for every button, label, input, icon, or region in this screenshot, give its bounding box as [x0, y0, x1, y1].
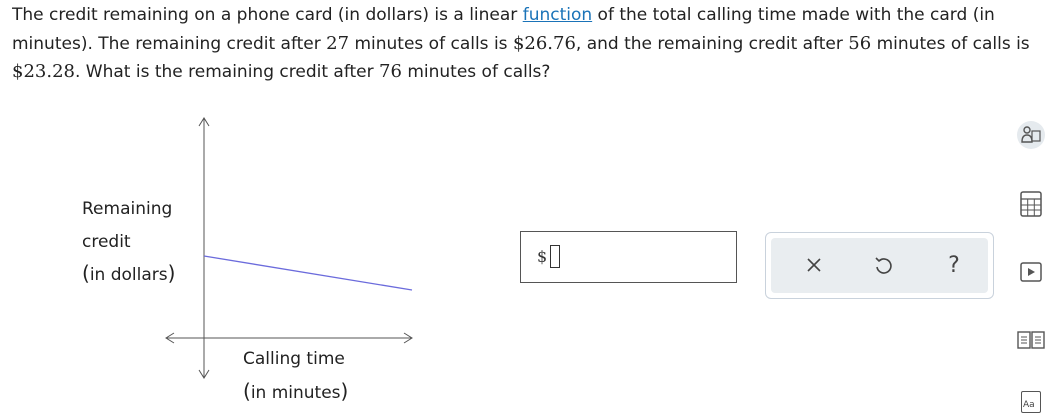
credit-value-1: $26.76 — [512, 32, 576, 54]
y-label-line-1: Remaining — [82, 199, 173, 219]
x-label-unit-text: in minutes — [250, 383, 341, 403]
video-play-icon — [1020, 262, 1042, 282]
graph-axes — [165, 117, 413, 379]
paren-close: ) — [340, 379, 349, 403]
video-button[interactable] — [1015, 256, 1047, 288]
minutes-value-2: 56 — [848, 32, 872, 54]
paren-open: ( — [243, 379, 251, 403]
clear-button[interactable] — [799, 250, 829, 280]
question-segment: . What is the remaining credit after — [74, 62, 380, 82]
minutes-value-3: 76 — [379, 61, 402, 82]
question-line-3: $23.28. What is the remaining credit aft… — [12, 58, 1060, 87]
textbook-button[interactable] — [1015, 324, 1047, 356]
question-line-1: The credit remaining on a phone card (in… — [12, 2, 1060, 30]
dollar-prefix: $ — [537, 247, 548, 266]
minutes-value-1: 27 — [326, 32, 350, 54]
help-button[interactable]: ? — [939, 250, 969, 280]
question-segment: minutes of calls is — [871, 33, 1030, 54]
undo-icon — [875, 257, 892, 274]
question-segment: , and the remaining credit after — [575, 33, 849, 54]
question-segment: of the total calling time made with the … — [592, 5, 995, 25]
x-label-line-1: Calling time — [243, 349, 345, 369]
glossary-icon: Aa — [1021, 391, 1041, 413]
question-segment: The credit remaining on a phone card (in… — [12, 5, 523, 25]
sketch-graph: Remaining credit (in dollars) Calling ti… — [0, 110, 460, 412]
undo-button[interactable] — [868, 250, 898, 280]
explain-button[interactable] — [1015, 119, 1047, 151]
x-icon — [807, 258, 821, 272]
answer-toolbar-panel: ? — [765, 232, 994, 299]
glossary-label: Aa — [1023, 400, 1035, 410]
calculator-icon — [1020, 191, 1042, 217]
paren-close: ) — [167, 261, 176, 285]
question-segment: minutes of calls is — [349, 33, 513, 54]
question-line-2: minutes). The remaining credit after 27 … — [12, 30, 1060, 59]
paren-open: ( — [82, 261, 90, 285]
function-link[interactable]: function — [523, 5, 592, 25]
question-segment: minutes). The remaining credit after — [12, 33, 327, 54]
textbook-icon — [1017, 331, 1045, 349]
question-segment: minutes of calls? — [401, 62, 551, 82]
answer-toolbar: ? — [771, 238, 988, 293]
answer-input-box[interactable]: $ — [520, 231, 737, 283]
y-label-unit-text: in dollars — [89, 265, 168, 285]
person-explain-icon — [1017, 121, 1045, 149]
answer-input[interactable] — [550, 245, 560, 268]
question-text: The credit remaining on a phone card (in… — [12, 2, 1060, 87]
x-label-unit: (in minutes) — [243, 379, 348, 403]
y-label-unit: (in dollars) — [82, 261, 175, 285]
credit-line — [203, 255, 413, 291]
credit-value-2: $23.28 — [12, 61, 75, 82]
calculator-button[interactable] — [1015, 188, 1047, 220]
glossary-button[interactable]: Aa — [1015, 386, 1047, 418]
y-label-line-2: credit — [82, 232, 131, 252]
